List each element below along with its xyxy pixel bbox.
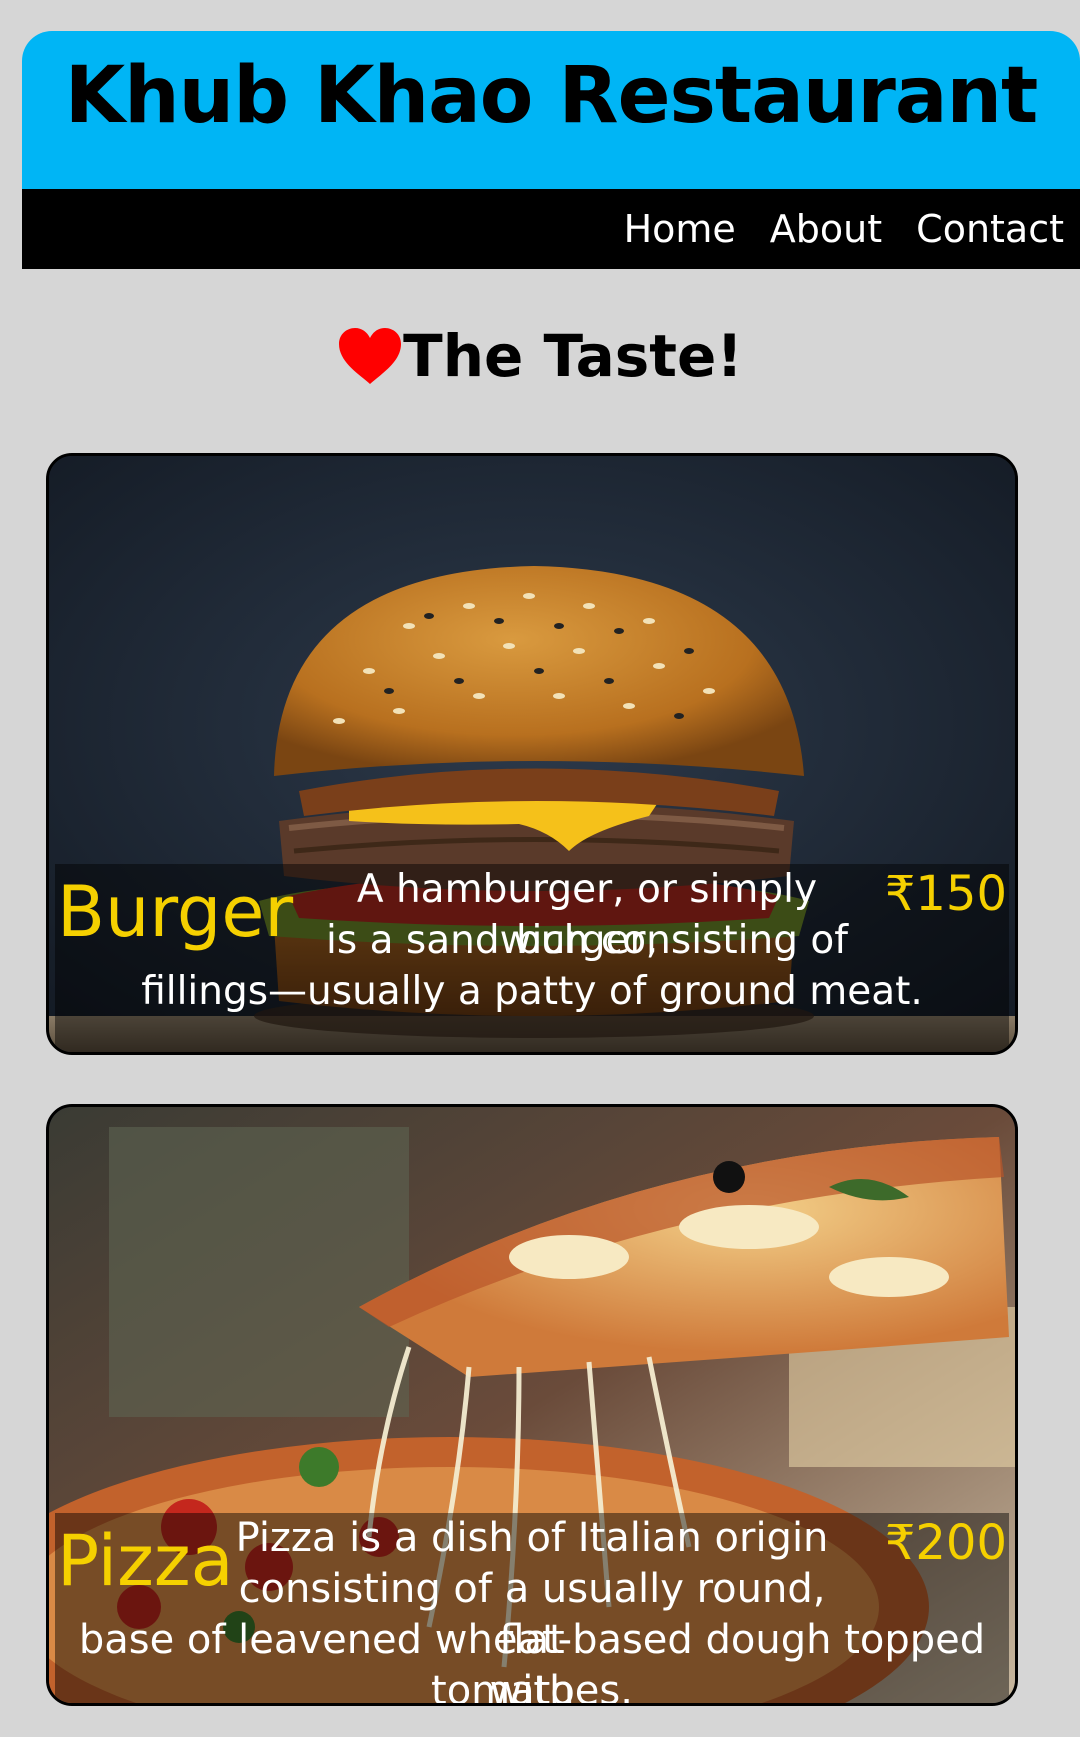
pizza-price: ₹200 <box>884 1515 1007 1571</box>
navbar: Home About Contact <box>22 189 1080 269</box>
pizza-caption: Pizza ₹200 Pizza is a dish of Italian or… <box>55 1513 1009 1703</box>
site-header: Khub Khao Restaurant <box>22 31 1080 189</box>
tagline: The Taste! <box>0 322 1080 390</box>
menu-card-pizza[interactable]: Pizza ₹200 Pizza is a dish of Italian or… <box>46 1104 1018 1706</box>
burger-price: ₹150 <box>884 866 1007 922</box>
menu-card-burger[interactable]: Burger ₹150 A hamburger, or simply burge… <box>46 453 1018 1055</box>
pizza-description-line-4: tomatoes. <box>431 1668 633 1706</box>
burger-description-line-3: fillings—usually a patty of ground meat. <box>141 969 923 1014</box>
nav-home-link[interactable]: Home <box>624 207 736 251</box>
site-title: Khub Khao Restaurant <box>64 51 1039 141</box>
nav-contact-link[interactable]: Contact <box>916 207 1064 251</box>
burger-description-line-2: is a sandwich consisting of <box>326 918 848 963</box>
tagline-text: The Taste! <box>403 322 743 390</box>
burger-caption: Burger ₹150 A hamburger, or simply burge… <box>55 864 1009 1052</box>
heart-icon <box>339 328 402 384</box>
nav-about-link[interactable]: About <box>770 207 882 251</box>
pizza-description-line-1: Pizza is a dish of Italian origin <box>235 1515 829 1561</box>
burger-name: Burger <box>57 871 294 953</box>
